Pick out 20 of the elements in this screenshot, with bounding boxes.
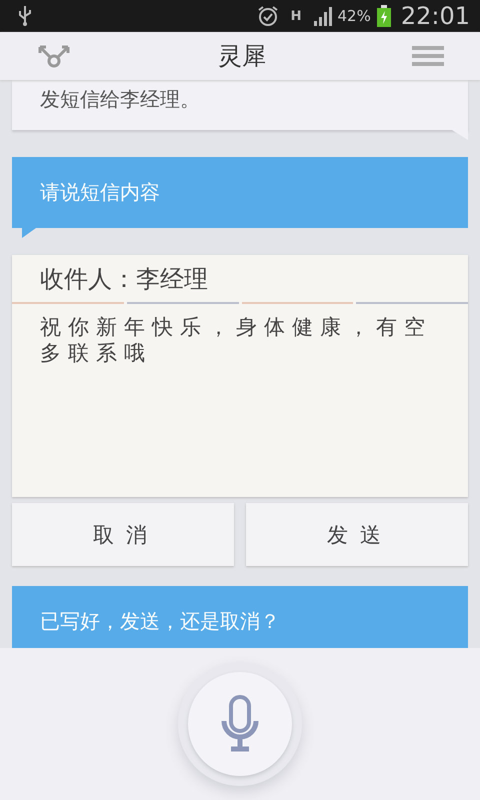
network-type: H <box>290 8 302 24</box>
branch-arrows-icon[interactable] <box>36 44 72 68</box>
sms-body-text: 祝你新年快乐，身体健康，有空多联系哦 <box>40 314 433 366</box>
action-button[interactable]: 取消 <box>12 503 234 566</box>
recipient-label: 收件人：李经理 <box>40 264 208 294</box>
recipient-field[interactable]: 收件人：李经理 <box>12 255 468 302</box>
battery-percent: 42% <box>337 7 371 25</box>
user-message: 发短信给李经理。 <box>40 86 200 113</box>
assistant-message: 请说短信内容 <box>40 179 160 206</box>
alarm-icon <box>256 5 279 27</box>
sms-body-field[interactable]: 祝你新年快乐，身体健康，有空多联系哦 <box>12 304 468 376</box>
clock: 22:01 <box>400 2 470 30</box>
microphone-button[interactable] <box>188 672 292 776</box>
battery-icon <box>376 5 391 27</box>
menu-icon[interactable] <box>412 45 444 67</box>
usb-icon <box>18 5 32 27</box>
microphone-icon <box>221 695 259 753</box>
app-title: 灵犀 <box>218 41 266 72</box>
action-button[interactable]: 发送 <box>246 503 468 566</box>
assistant-message: 已写好，发送，还是取消？ <box>40 608 280 635</box>
